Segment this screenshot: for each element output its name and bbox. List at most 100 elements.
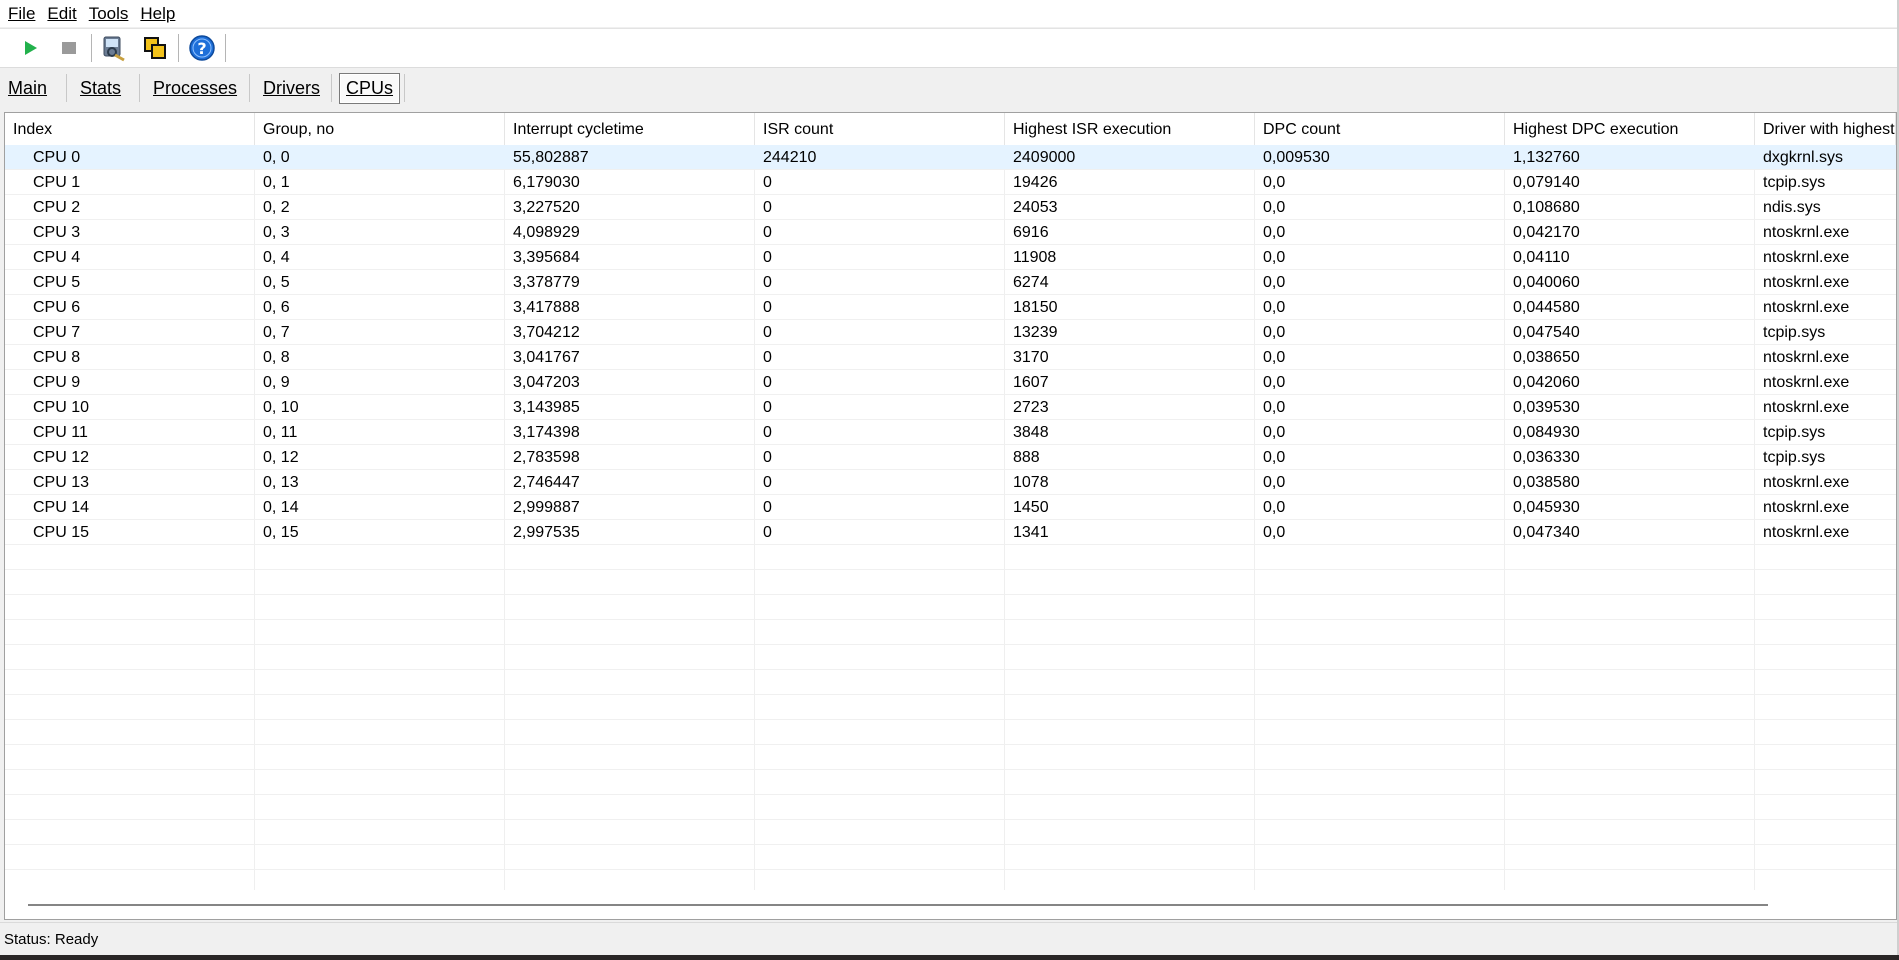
table-row[interactable]: CPU 15 0, 15 2,997535 0 1341 0,0 0,047340 ntosk… — [5, 520, 1896, 545]
tab-processes[interactable]: Processes — [149, 74, 241, 102]
table-row[interactable]: CPU 10 0, 10 3,143985 0 2723 0,0 0,039530 ntosk… — [5, 395, 1896, 420]
cell-highest-isr: 6916 — [1013, 224, 1049, 241]
tab-drivers[interactable]: Drivers — [259, 74, 324, 102]
tab-separator — [404, 74, 405, 102]
table-row[interactable]: CPU 5 0, 5 3,378779 0 6274 0,0 0,040060 ntoskrn… — [5, 270, 1896, 295]
cell-isr-count: 0 — [763, 349, 772, 366]
column-header-interrupt-cycletime[interactable]: Interrupt cycletime — [505, 113, 755, 145]
cell-interrupt-cycletime: 3,395684 — [513, 249, 580, 266]
table-row[interactable]: CPU 11 0, 11 3,174398 0 3848 0,0 0,084930 tcpip… — [5, 420, 1896, 445]
table-row[interactable]: CPU 12 0, 12 2,783598 0 888 0,0 0,036330 tcpip.… — [5, 445, 1896, 470]
toolbar-separator — [178, 34, 179, 62]
menu-file[interactable]: File — [0, 0, 41, 27]
scrollbar-thumb[interactable] — [28, 904, 1768, 906]
cell-group: 0, 9 — [263, 374, 290, 391]
cell-group: 0, 12 — [263, 449, 299, 466]
cell-driver-highest: ntoskrnl.exe — [1763, 374, 1850, 391]
help-icon: ? — [189, 35, 215, 61]
cell-index: CPU 7 — [33, 324, 81, 341]
cell-index: CPU 9 — [33, 374, 81, 391]
column-header-dpc-count[interactable]: DPC count — [1255, 113, 1505, 145]
cell-highest-dpc: 0,108680 — [1513, 199, 1580, 216]
cell-highest-dpc: 0,04110 — [1513, 249, 1570, 266]
cell-group: 0, 5 — [263, 274, 290, 291]
menu-edit[interactable]: Edit — [41, 0, 82, 27]
menu-help-label: Help — [140, 4, 176, 23]
cell-dpc-count: 0,0 — [1263, 524, 1286, 541]
cell-highest-dpc: 0,040060 — [1513, 274, 1580, 291]
column-header-highest-dpc[interactable]: Highest DPC execution — [1505, 113, 1755, 145]
horizontal-scrollbar[interactable] — [5, 891, 1896, 919]
table-row[interactable]: CPU 4 0, 4 3,395684 0 11908 0,0 0,04110 ntoskrn… — [5, 245, 1896, 270]
column-header-index[interactable]: Index — [5, 113, 255, 145]
cell-highest-dpc: 0,036330 — [1513, 449, 1580, 466]
cell-highest-isr: 13239 — [1013, 324, 1058, 341]
status-bar: Status: Ready — [0, 922, 1899, 955]
cell-group: 0, 10 — [263, 399, 299, 416]
menu-tools[interactable]: Tools — [83, 0, 135, 27]
empty-row — [5, 595, 1896, 620]
tab-cpus[interactable]: CPUs — [339, 73, 401, 104]
column-header-highest-isr[interactable]: Highest ISR execution — [1005, 113, 1255, 145]
table-row[interactable]: CPU 6 0, 6 3,417888 0 18150 0,0 0,044580 ntoskr… — [5, 295, 1896, 320]
cell-isr-count: 0 — [763, 224, 772, 241]
table-row[interactable]: CPU 9 0, 9 3,047203 0 1607 0,0 0,042060 ntoskrn… — [5, 370, 1896, 395]
cell-dpc-count: 0,0 — [1263, 449, 1286, 466]
toolbar: ? — [0, 28, 1899, 68]
cell-index: CPU 5 — [33, 274, 81, 291]
cell-highest-dpc: 0,047540 — [1513, 324, 1580, 341]
start-button[interactable] — [15, 33, 45, 63]
cell-dpc-count: 0,0 — [1263, 224, 1286, 241]
cell-interrupt-cycletime: 6,179030 — [513, 174, 580, 191]
cell-driver-highest: ntoskrnl.exe — [1763, 524, 1850, 541]
table-row[interactable]: CPU 14 0, 14 2,999887 0 1450 0,0 0,045930 ntosk… — [5, 495, 1896, 520]
cell-interrupt-cycletime: 3,417888 — [513, 299, 580, 316]
cell-highest-dpc: 0,038650 — [1513, 349, 1580, 366]
tab-main[interactable]: Main — [4, 74, 51, 102]
cell-isr-count: 0 — [763, 374, 772, 391]
tab-separator — [66, 74, 67, 102]
tab-separator — [331, 74, 332, 102]
tab-stats-label: Stats — [80, 78, 122, 98]
table-row[interactable]: CPU 8 0, 8 3,041767 0 3170 0,0 0,038650 ntoskrn… — [5, 345, 1896, 370]
tab-main-label: Main — [8, 78, 48, 98]
cell-interrupt-cycletime: 55,802887 — [513, 149, 589, 166]
cell-driver-highest: ntoskrnl.exe — [1763, 274, 1850, 291]
cell-isr-count: 0 — [763, 174, 772, 191]
analyze-button[interactable] — [99, 33, 129, 63]
cell-highest-dpc: 0,042060 — [1513, 374, 1580, 391]
table-row[interactable]: CPU 1 0, 1 6,179030 0 19426 0,0 0,079140 tcpip.… — [5, 170, 1896, 195]
status-text: Status: Ready — [4, 931, 99, 948]
cell-index: CPU 14 — [33, 499, 90, 516]
cell-index: CPU 6 — [33, 299, 81, 316]
cell-highest-isr: 19426 — [1013, 174, 1058, 191]
cell-highest-isr: 11908 — [1013, 249, 1057, 266]
column-header-group[interactable]: Group, no — [255, 113, 505, 145]
table-row[interactable]: CPU 7 0, 7 3,704212 0 13239 0,0 0,047540 tcpip.… — [5, 320, 1896, 345]
table-row[interactable]: CPU 13 0, 13 2,746447 0 1078 0,0 0,038580 ntosk… — [5, 470, 1896, 495]
cell-isr-count: 244210 — [763, 149, 817, 166]
cell-driver-highest: ntoskrnl.exe — [1763, 349, 1850, 366]
cell-highest-isr: 18150 — [1013, 299, 1058, 316]
column-header-driver-highest[interactable]: Driver with highest — [1755, 113, 1896, 145]
cell-highest-dpc: 0,079140 — [1513, 174, 1580, 191]
cpu-list-view[interactable]: Index Group, no Interrupt cycletime ISR cou… — [4, 112, 1897, 920]
cell-dpc-count: 0,0 — [1263, 324, 1286, 341]
menu-help[interactable]: Help — [134, 0, 181, 27]
cell-highest-isr: 3848 — [1013, 424, 1049, 441]
tab-stats[interactable]: Stats — [76, 74, 125, 102]
cell-interrupt-cycletime: 3,227520 — [513, 199, 580, 216]
toolbar-separator — [91, 34, 92, 62]
cell-isr-count: 0 — [763, 399, 772, 416]
empty-row — [5, 820, 1896, 845]
table-row[interactable]: CPU 3 0, 3 4,098929 0 6916 0,0 0,042170 ntoskrn… — [5, 220, 1896, 245]
cell-dpc-count: 0,0 — [1263, 499, 1286, 516]
windows-button[interactable] — [140, 33, 170, 63]
cell-highest-isr: 1078 — [1013, 474, 1049, 491]
column-header-isr-count[interactable]: ISR count — [755, 113, 1005, 145]
table-row[interactable]: CPU 0 0, 0 55,802887 244210 2409000 0,009530 1… — [5, 145, 1896, 170]
help-button[interactable]: ? — [187, 33, 217, 63]
stop-button[interactable] — [54, 33, 84, 63]
cell-group: 0, 15 — [263, 524, 299, 541]
table-row[interactable]: CPU 2 0, 2 3,227520 0 24053 0,0 0,108680 ndis.s… — [5, 195, 1896, 220]
